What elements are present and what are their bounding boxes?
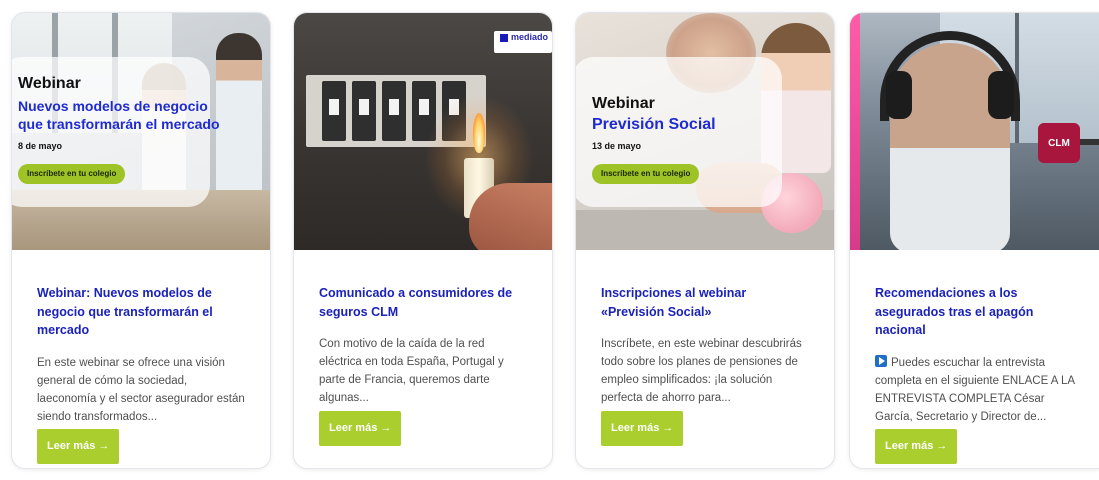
card-excerpt-text: Puedes escuchar la entrevista completa e… — [875, 356, 1075, 423]
card-body: Recomendaciones a los asegurados tras el… — [850, 250, 1099, 426]
brand-logo-text: mediado — [511, 32, 549, 42]
overlay-date: 8 de mayo — [18, 141, 63, 151]
card-title[interactable]: Recomendaciones a los asegurados tras el… — [875, 284, 1075, 340]
news-card[interactable]: CLM Recomendaciones a los asegurados tra… — [849, 12, 1099, 469]
breaker-switch — [322, 81, 346, 141]
headphone-cup — [988, 71, 1014, 119]
microphone: CLM — [1038, 123, 1080, 163]
card-image-candle-blackout[interactable]: mediado — [294, 13, 552, 250]
news-card[interactable]: Webinar Previsión Social 13 de mayo Insc… — [575, 12, 835, 469]
card-excerpt: Inscríbete, en este webinar descubrirás … — [601, 338, 802, 404]
overlay-title: Previsión Social — [592, 116, 716, 133]
card-excerpt: Puedes escuchar la entrevista completa e… — [875, 354, 1075, 426]
card-title[interactable]: Inscripciones al webinar «Previsión Soci… — [601, 284, 809, 321]
breaker-switch — [382, 81, 406, 141]
card-excerpt: Con motivo de la caída de la red eléctri… — [319, 338, 504, 404]
card-body: Webinar: Nuevos modelos de negocio que t… — [12, 250, 270, 426]
overlay-date: 13 de mayo — [592, 141, 642, 151]
overlay-label: Webinar — [18, 75, 81, 92]
overlay-label: Webinar — [592, 95, 655, 112]
card-title[interactable]: Webinar: Nuevos modelos de negocio que t… — [37, 284, 245, 340]
photo-hand — [469, 183, 552, 250]
card-excerpt: En este webinar se ofrece una visión gen… — [37, 356, 245, 423]
read-more-button[interactable]: Leer más → — [37, 429, 120, 464]
overlay-title: Nuevos modelos de negocio que transforma… — [18, 98, 220, 132]
news-card[interactable]: Webinar Nuevos modelos de negocio que tr… — [11, 12, 271, 469]
pink-accent — [850, 13, 860, 250]
card-body: Inscripciones al webinar «Previsión Soci… — [576, 250, 834, 407]
card-image-family-piggybank[interactable]: Webinar Previsión Social 13 de mayo Insc… — [576, 13, 834, 250]
read-more-button[interactable]: Leer más → — [875, 429, 958, 464]
candle-flame — [473, 113, 485, 153]
card-body: Comunicado a consumidores de seguros CLM… — [294, 250, 552, 407]
read-more-button[interactable]: Leer más → — [319, 411, 402, 446]
headphone-cup — [886, 71, 912, 119]
play-icon — [875, 354, 887, 367]
overlay-cta-pill: Inscríbete en tu colegio — [18, 164, 126, 184]
card-image-webinar-office[interactable]: Webinar Nuevos modelos de negocio que tr… — [12, 13, 270, 250]
brand-logo: mediado — [494, 31, 552, 53]
card-image-radio-interview[interactable]: CLM — [850, 13, 1099, 250]
breaker-switch — [352, 81, 376, 141]
card-title[interactable]: Comunicado a consumidores de seguros CLM — [319, 284, 527, 321]
overlay-cta-pill: Inscríbete en tu colegio — [592, 164, 700, 184]
read-more-button[interactable]: Leer más → — [601, 411, 684, 446]
news-card[interactable]: mediado Comunicado a consumidores de seg… — [293, 12, 553, 469]
